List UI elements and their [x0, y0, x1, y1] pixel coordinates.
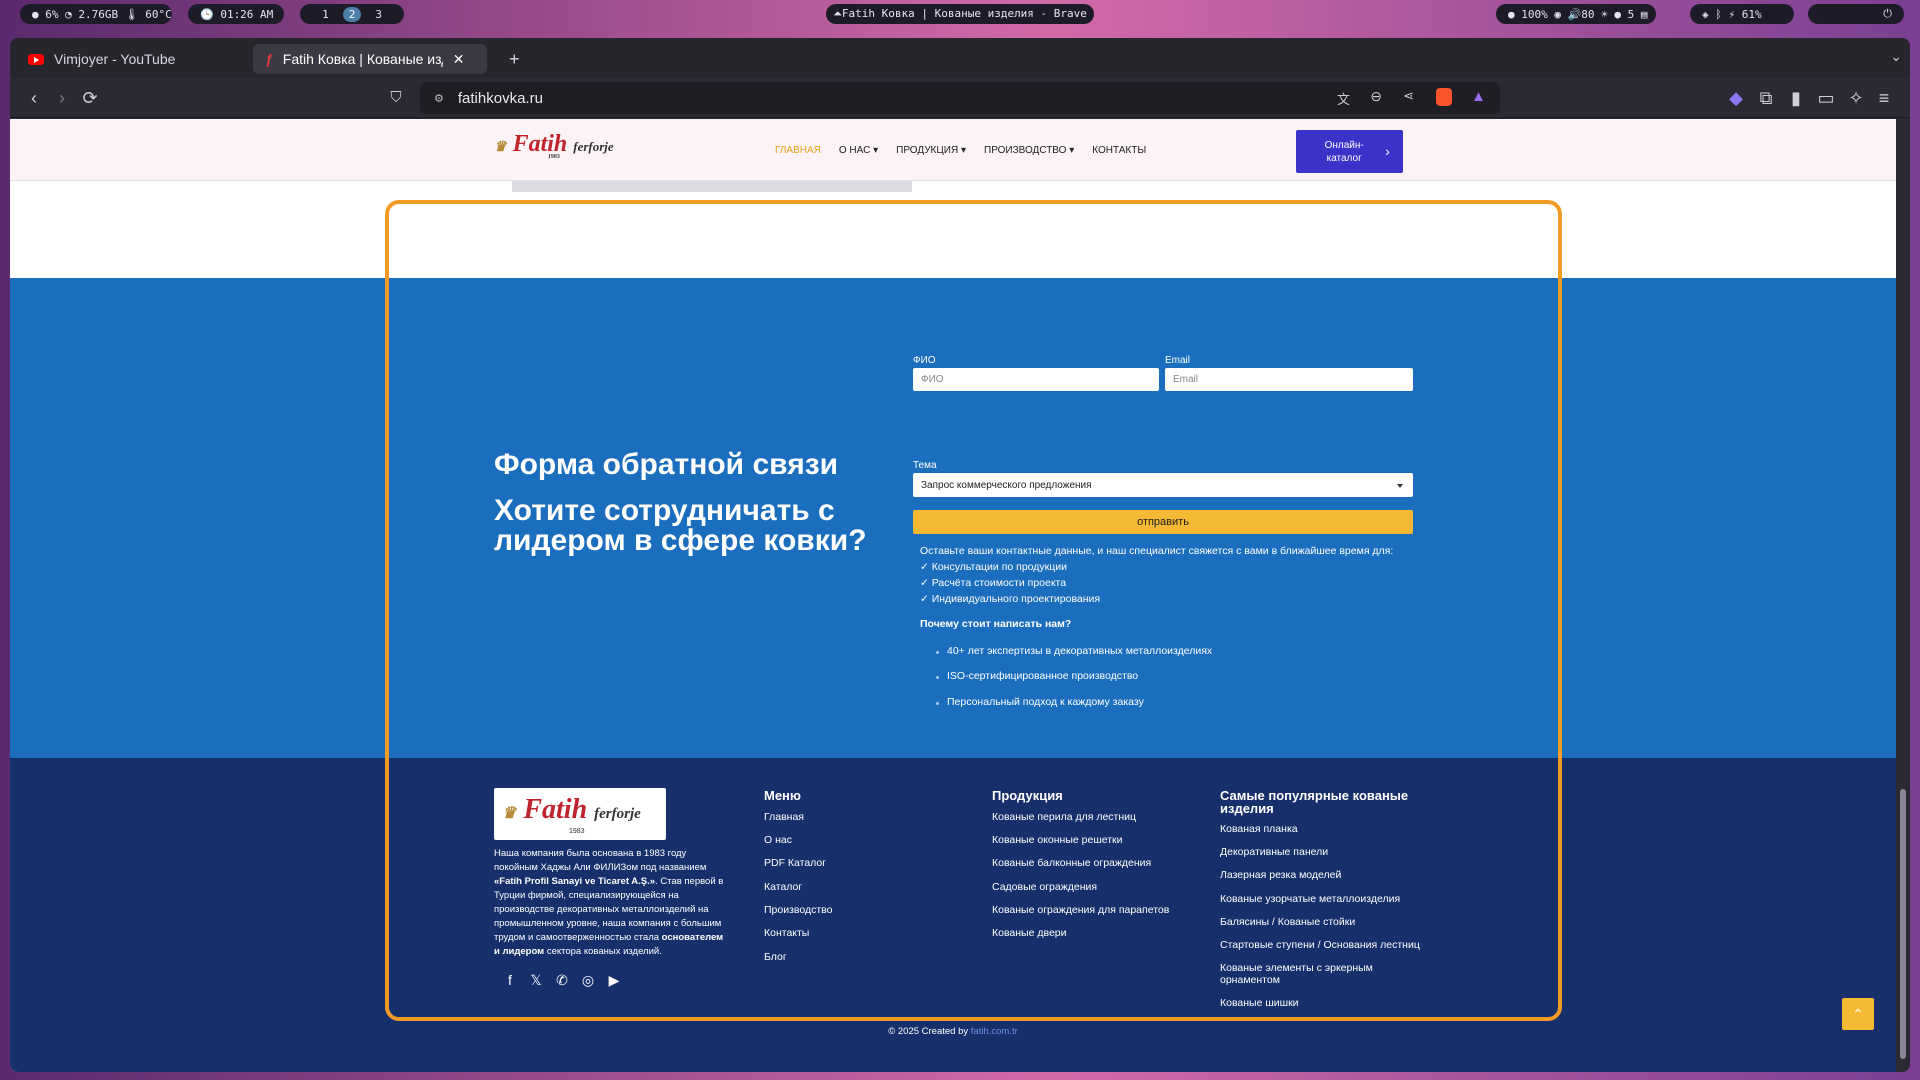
logo-sub: ferforje: [573, 139, 614, 154]
bookmark-icon[interactable]: ⛉: [384, 86, 408, 110]
scrollbar-thumb[interactable]: [1900, 789, 1906, 1059]
catalog-button-label: Онлайн- каталог: [1324, 139, 1364, 164]
image-strip: [512, 181, 912, 192]
wallet-icon[interactable]: ▭: [1814, 86, 1838, 110]
nav-bar: ‹ › ⟳ ⛉ ⚙ fatihkovka.ru 文 ⊖ ⋖ ▲ ◆ ⧉ ▮ ▭ …: [10, 78, 1910, 118]
brave-shields-icon[interactable]: [1436, 88, 1452, 106]
translate-icon[interactable]: 文: [1337, 89, 1350, 108]
highlight-frame: [385, 200, 1562, 1021]
scroll-to-top-button[interactable]: ⌃: [1842, 998, 1874, 1030]
menu-home[interactable]: ГЛАВНАЯ: [775, 145, 821, 156]
tray-power[interactable]: ⏻: [1808, 4, 1904, 24]
close-tab-icon[interactable]: ✕: [453, 51, 465, 68]
system-status[interactable]: ● 100% ◉ 🔊80 ☀ ● 5 ▤: [1496, 4, 1656, 24]
page-scrollbar[interactable]: [1896, 119, 1910, 1072]
tab-label: Vimjoyer - YouTube: [54, 51, 176, 67]
zoom-icon[interactable]: ⊖: [1370, 88, 1382, 105]
menu-contacts[interactable]: КОНТАКТЫ: [1092, 145, 1146, 156]
system-stats: ● 6% ◔ 2.76GB 🌡 60°C: [20, 4, 172, 24]
brave-rewards-icon[interactable]: ▲: [1471, 88, 1486, 105]
reload-icon[interactable]: ⟳: [78, 86, 102, 110]
tab-label: Fatih Ковка | Кованые изд: [282, 51, 443, 67]
url-text: fatihkovka.ru: [457, 89, 543, 107]
sidebar-icon[interactable]: ▮: [1784, 86, 1808, 110]
workspace-1[interactable]: 1: [316, 7, 335, 22]
workspace-3[interactable]: 3: [369, 7, 388, 22]
online-catalog-button[interactable]: Онлайн- каталог ›: [1296, 130, 1403, 173]
menu-production[interactable]: ПРОИЗВОДСТВО ▾: [984, 145, 1074, 156]
site-menu: ГЛАВНАЯ О НАС ▾ ПРОДУКЦИЯ ▾ ПРОИЗВОДСТВО…: [775, 145, 1146, 156]
address-bar[interactable]: ⚙ fatihkovka.ru 文 ⊖ ⋖ ▲: [420, 82, 1500, 114]
copyright: © 2025 Created by fatih.com.tr: [10, 1026, 1896, 1037]
menu-about[interactable]: О НАС ▾: [839, 145, 878, 156]
window-title: ⏶Fatih Ковка | Кованые изделия - Brave: [826, 4, 1094, 24]
site-logo[interactable]: ♛ Fatih ferforje 1983: [494, 131, 614, 160]
forward-icon[interactable]: ›: [50, 86, 74, 110]
youtube-icon: [28, 53, 44, 65]
chevron-right-icon: ›: [1385, 143, 1390, 159]
logo-crest-icon: ♛: [494, 140, 507, 155]
menu-icon[interactable]: ≡: [1872, 86, 1896, 110]
copyright-text: © 2025 Created by: [888, 1026, 971, 1037]
back-icon[interactable]: ‹: [22, 86, 46, 110]
menu-products[interactable]: ПРОДУКЦИЯ ▾: [896, 145, 966, 156]
share-icon[interactable]: ⋖: [1403, 88, 1414, 104]
extensions-icon[interactable]: ⧉: [1754, 86, 1778, 110]
leo-ai-icon[interactable]: ◆: [1724, 86, 1748, 110]
fatih-favicon-icon: ƒ: [265, 51, 273, 67]
system-clock: 🕒 01:26 AM: [188, 4, 284, 24]
ai-sparkle-icon[interactable]: ✧: [1844, 86, 1868, 110]
workspace-switcher[interactable]: 1 2 3: [300, 4, 404, 24]
new-tab-button[interactable]: +: [497, 44, 531, 74]
workspace-2[interactable]: 2: [342, 6, 362, 22]
tab-youtube[interactable]: Vimjoyer - YouTube: [16, 44, 256, 74]
copyright-link[interactable]: fatih.com.tr: [971, 1026, 1018, 1037]
tab-bar: Vimjoyer - YouTube ƒ Fatih Ковка | Кован…: [10, 38, 1910, 78]
tab-fatih[interactable]: ƒ Fatih Ковка | Кованые изд ✕: [253, 44, 487, 74]
site-info-icon[interactable]: ⚙: [434, 92, 444, 105]
battery-status[interactable]: ◈ ᛒ ⚡ 61%: [1690, 4, 1794, 24]
tab-list-icon[interactable]: ⌄: [1890, 48, 1902, 65]
site-header: ♛ Fatih ferforje 1983 ГЛАВНАЯ О НАС ▾ ПР…: [10, 119, 1896, 181]
system-bar: ● 6% ◔ 2.76GB 🌡 60°C 🕒 01:26 AM 1 2 3 ⏶F…: [0, 0, 1920, 28]
